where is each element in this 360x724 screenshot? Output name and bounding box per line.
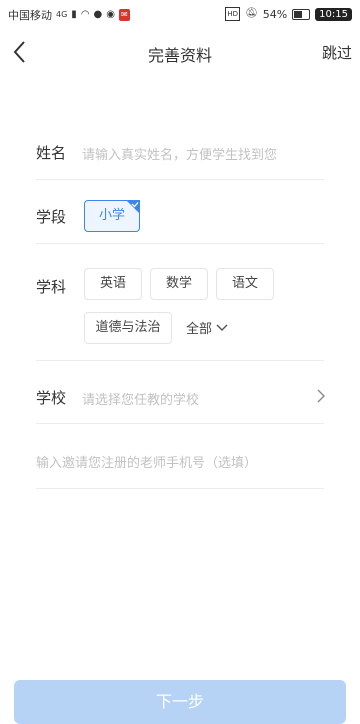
school-label: 学校 [36,389,67,407]
name-label: 姓名 [36,144,67,162]
all-label: 全部 [186,322,213,337]
divider [36,423,324,424]
carrier-label: 中国移动 [8,9,52,22]
network-label: 4G [56,10,68,19]
stage-label: 学段 [36,208,67,226]
signal-icon: ▮ [71,9,77,20]
stage-option-label: 小学 [98,208,125,223]
divider [36,243,324,244]
skip-button[interactable]: 跳过 [322,42,352,63]
subject-option-chinese[interactable]: 语文 [216,268,274,300]
page-title: 完善资料 [147,46,212,65]
mute-icon: 🔕︎ [245,8,258,19]
chat-icon: ● [93,9,103,20]
divider [36,179,324,180]
battery-percent: 54% [262,7,288,21]
notification-icon: ✉ [119,9,130,21]
school-select[interactable]: 请选择您任教的学校 [82,389,302,408]
divider [36,360,324,361]
clock: 10:15 [315,7,352,21]
divider [36,488,324,489]
status-bar: 中国移动 4G ▮ ◠ ● ◉ ✉ HD 🔕︎ 54% 10:15 [0,0,360,28]
subject-label: 学科 [36,278,67,296]
message-icon: ◉ [106,9,116,20]
invite-phone-input[interactable]: 输入邀请您注册的老师手机号（选填） [36,452,324,471]
next-button[interactable]: 下一步 [14,680,346,724]
status-left: 中国移动 4G ▮ ◠ ● ◉ ✉ [8,7,130,23]
chevron-right-icon[interactable] [316,389,326,403]
stage-option-primary[interactable]: 小学 [84,200,140,232]
subject-all-toggle[interactable]: 全部 [186,318,228,337]
nav-bar: 完善资料 跳过 [0,28,360,76]
wifi-icon: ◠ [80,9,90,20]
status-right: HD 🔕︎ 54% 10:15 [225,7,352,21]
chevron-down-icon [216,324,228,331]
subject-option-math[interactable]: 数学 [150,268,208,300]
check-corner-icon [126,200,140,214]
hd-icon: HD [225,7,241,21]
battery-icon [292,8,311,20]
subject-option-morality-law[interactable]: 道德与法治 [84,312,172,344]
name-input[interactable]: 请输入真实姓名，方便学生找到您 [82,144,322,163]
subject-option-english[interactable]: 英语 [84,268,142,300]
